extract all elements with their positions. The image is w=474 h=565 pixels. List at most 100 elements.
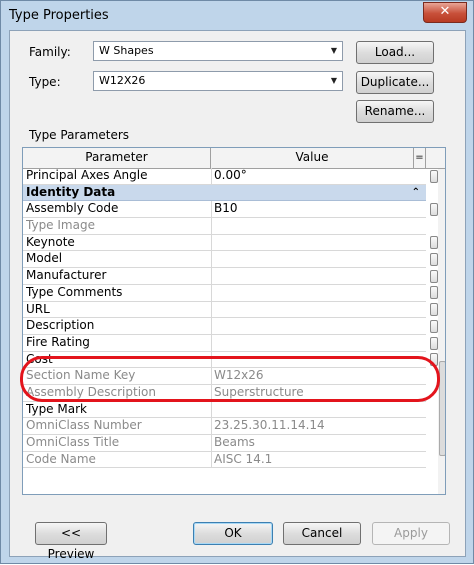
column-toggle-button[interactable]: = xyxy=(414,148,426,168)
table-row[interactable]: Section Name Key W12x26 xyxy=(23,368,426,385)
row-edit-button[interactable] xyxy=(430,286,438,300)
column-divider xyxy=(211,435,212,451)
row-edit-button[interactable] xyxy=(430,253,438,266)
parameter-value[interactable]: Beams xyxy=(214,435,422,450)
load-button[interactable]: Load... xyxy=(356,41,434,64)
parameter-name: Assembly Description xyxy=(26,384,156,399)
table-row[interactable]: OmniClass Number 23.25.30.11.14.14 xyxy=(23,418,426,435)
parameter-name: URL xyxy=(26,301,50,316)
table-row[interactable]: Fire Rating xyxy=(23,334,426,352)
column-divider xyxy=(211,384,212,401)
row-edit-button[interactable] xyxy=(430,353,438,367)
parameter-value[interactable]: W12x26 xyxy=(214,368,422,383)
parameter-name: Section Name Key xyxy=(26,368,136,383)
table-row[interactable]: Principal Axes Angle 0.00° xyxy=(23,168,426,185)
table-row[interactable]: Assembly Code B10 xyxy=(23,201,426,219)
vertical-scrollbar[interactable] xyxy=(438,169,445,494)
parameter-value[interactable]: Superstructure xyxy=(214,385,422,400)
table-row[interactable]: Cost xyxy=(23,351,426,369)
parameter-rows: Principal Axes Angle 0.00° Identity Data ⌃ A… xyxy=(23,168,426,469)
column-divider xyxy=(211,201,212,218)
title-bar[interactable]: Type Properties ✕ xyxy=(1,1,473,30)
parameter-value[interactable]: B10 xyxy=(214,201,422,216)
table-row[interactable]: Assembly Description Superstructure xyxy=(23,384,426,402)
type-parameters-grid: Parameter Value = Principal Axes Angle 0.… xyxy=(22,147,446,495)
parameter-value[interactable]: 0.00° xyxy=(214,168,422,183)
group-header-identity-data[interactable]: Identity Data ⌃ xyxy=(23,184,426,202)
column-divider xyxy=(211,401,212,418)
grid-header: Parameter Value = xyxy=(23,148,445,169)
parameter-name: Principal Axes Angle xyxy=(26,168,148,182)
row-edit-button[interactable] xyxy=(430,319,438,333)
type-value: W12X26 xyxy=(99,74,146,87)
family-label: Family: xyxy=(29,45,71,59)
close-icon: ✕ xyxy=(439,4,451,19)
parameter-name: Cost xyxy=(26,351,53,366)
type-dropdown[interactable]: W12X26 ▼ xyxy=(93,71,343,91)
row-edit-button[interactable] xyxy=(430,236,438,250)
row-edit-button[interactable] xyxy=(430,169,438,183)
close-button[interactable]: ✕ xyxy=(423,2,467,23)
parameter-name: OmniClass Title xyxy=(26,435,120,449)
family-value: W Shapes xyxy=(99,44,154,57)
table-row[interactable]: Manufacturer xyxy=(23,268,426,285)
table-row[interactable]: Type Image xyxy=(23,218,426,235)
window-title: Type Properties xyxy=(9,8,109,23)
table-row[interactable]: Model xyxy=(23,251,426,269)
parameter-name: Model xyxy=(26,251,63,266)
type-parameters-label: Type Parameters xyxy=(29,128,130,142)
parameter-name: Type Mark xyxy=(26,401,87,416)
row-edit-button[interactable] xyxy=(430,269,438,283)
parameter-value[interactable]: 23.25.30.11.14.14 xyxy=(214,418,422,433)
cancel-button[interactable]: Cancel xyxy=(283,522,361,545)
row-edit-button[interactable] xyxy=(430,202,438,216)
preview-button[interactable]: << Preview xyxy=(35,522,107,561)
type-properties-window: Type Properties ✕ Family: W Shapes ▼ Loa… xyxy=(0,0,474,564)
row-edit-button[interactable] xyxy=(430,336,438,350)
family-dropdown[interactable]: W Shapes ▼ xyxy=(93,41,343,61)
parameter-name: Manufacturer xyxy=(26,268,107,283)
column-divider xyxy=(211,168,212,184)
parameter-value[interactable]: AISC 14.1 xyxy=(214,452,422,467)
column-divider xyxy=(211,418,212,434)
table-row[interactable]: OmniClass Title Beams xyxy=(23,435,426,452)
column-divider xyxy=(211,268,212,284)
column-header-parameter[interactable]: Parameter xyxy=(23,148,211,168)
parameter-name: Type Image xyxy=(26,218,95,233)
parameter-name: Code Name xyxy=(26,451,96,466)
column-divider xyxy=(211,301,212,318)
parameter-name: Fire Rating xyxy=(26,334,90,349)
duplicate-button[interactable]: Duplicate... xyxy=(356,71,434,94)
rename-button[interactable]: Rename... xyxy=(356,100,434,123)
table-row[interactable]: Keynote xyxy=(23,234,426,252)
table-row[interactable]: Type Mark xyxy=(23,401,426,419)
row-edit-button[interactable] xyxy=(430,303,438,317)
column-divider xyxy=(211,334,212,351)
column-divider xyxy=(211,318,212,334)
parameter-name: Assembly Code xyxy=(26,201,119,216)
table-row[interactable]: Code Name AISC 14.1 xyxy=(23,451,426,469)
parameter-name: OmniClass Number xyxy=(26,418,142,433)
column-divider xyxy=(211,368,212,384)
column-divider xyxy=(211,251,212,268)
column-divider xyxy=(211,234,212,251)
parameter-name: Description xyxy=(26,318,95,333)
column-divider xyxy=(211,284,212,301)
chevron-down-icon: ▼ xyxy=(330,46,338,55)
table-row[interactable]: Description xyxy=(23,318,426,335)
collapse-icon[interactable]: ⌃ xyxy=(412,185,420,200)
column-divider xyxy=(211,351,212,368)
parameter-name: Identity Data xyxy=(26,184,116,199)
parameter-name: Keynote xyxy=(26,234,75,249)
ok-button[interactable]: OK xyxy=(193,522,273,545)
table-row[interactable]: Type Comments xyxy=(23,284,426,302)
type-label: Type: xyxy=(29,75,61,89)
column-divider xyxy=(211,218,212,234)
scrollbar-thumb[interactable] xyxy=(439,361,445,456)
parameter-name: Type Comments xyxy=(26,284,123,299)
column-divider xyxy=(211,451,212,468)
table-row[interactable]: URL xyxy=(23,301,426,319)
chevron-down-icon: ▼ xyxy=(330,76,338,85)
column-header-value[interactable]: Value xyxy=(211,148,414,168)
apply-button: Apply xyxy=(372,522,450,545)
